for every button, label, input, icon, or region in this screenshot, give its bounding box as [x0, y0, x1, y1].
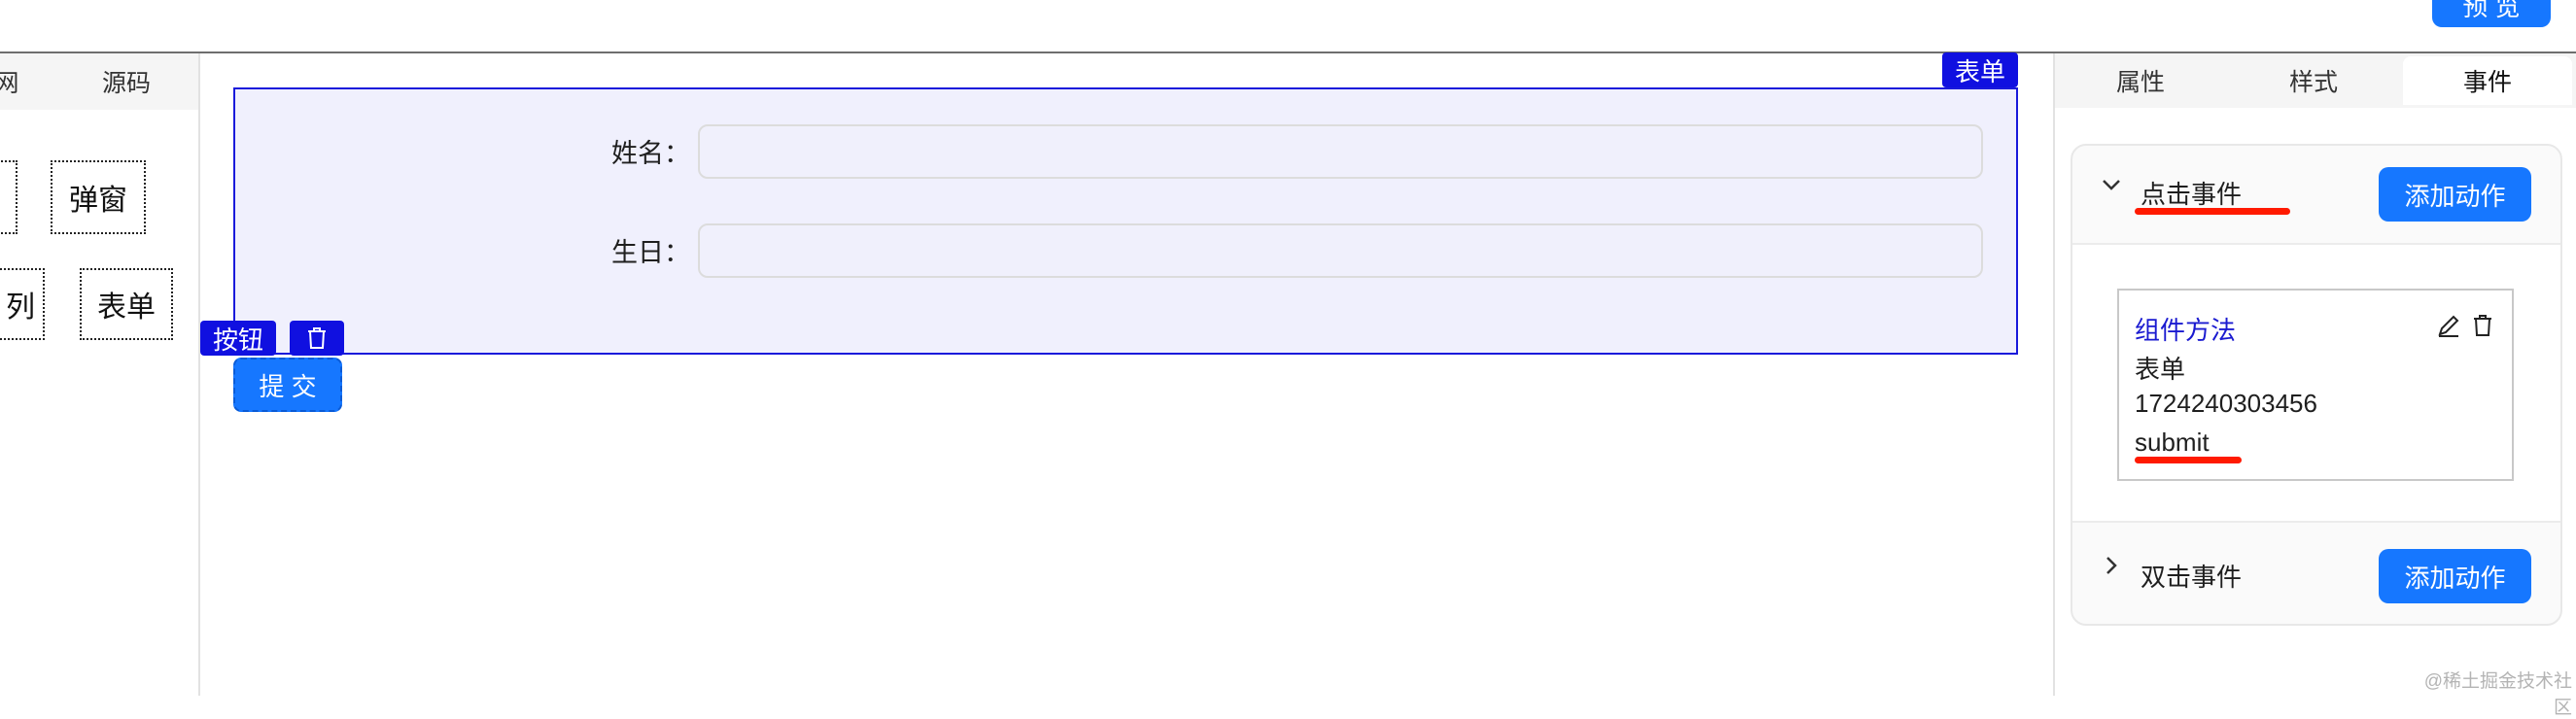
component-partial[interactable]: [0, 160, 17, 234]
component-modal[interactable]: 弹窗: [51, 160, 146, 234]
watermark: @稀土掘金技术社区: [2423, 671, 2572, 718]
trash-icon[interactable]: [2471, 313, 2496, 340]
highlight-underline: [2135, 208, 2290, 215]
tab-styles[interactable]: 样式: [2247, 56, 2380, 105]
tab-source[interactable]: 源码: [86, 56, 167, 107]
button-tag: 按钮: [200, 321, 276, 356]
edit-icon[interactable]: [2436, 313, 2463, 340]
delete-component-button[interactable]: [290, 321, 344, 356]
double-click-event-title[interactable]: 双击事件: [2141, 558, 2296, 593]
tab-components[interactable]: 网: [0, 56, 21, 107]
component-form[interactable]: 表单: [80, 268, 173, 340]
chevron-down-icon[interactable]: [2100, 173, 2123, 196]
name-input[interactable]: [698, 124, 1983, 179]
tab-events[interactable]: 事件: [2403, 56, 2572, 105]
add-action-button[interactable]: 添加动作: [2379, 167, 2531, 222]
birthday-input[interactable]: [698, 223, 1983, 278]
highlight-underline: [2135, 457, 2242, 463]
action-component: 表单: [2135, 355, 2186, 384]
name-label: 姓名：: [611, 139, 690, 168]
tab-properties[interactable]: 属性: [2074, 56, 2207, 105]
trash-icon: [308, 327, 326, 349]
action-component-id: 1724240303456: [2135, 389, 2317, 418]
click-event-title[interactable]: 点击事件: [2141, 175, 2296, 210]
chevron-right-icon[interactable]: [2100, 554, 2123, 577]
component-panel: [0, 53, 200, 696]
add-action-button[interactable]: 添加动作: [2379, 549, 2531, 603]
birthday-label: 生日：: [611, 238, 690, 267]
action-type: 组件方法: [2135, 316, 2237, 345]
component-column[interactable]: 列: [0, 268, 45, 340]
submit-button[interactable]: 提 交: [233, 358, 342, 412]
top-toolbar: [0, 0, 2576, 53]
preview-button[interactable]: 预 览: [2432, 0, 2551, 27]
form-tag: 表单: [1942, 52, 2018, 87]
